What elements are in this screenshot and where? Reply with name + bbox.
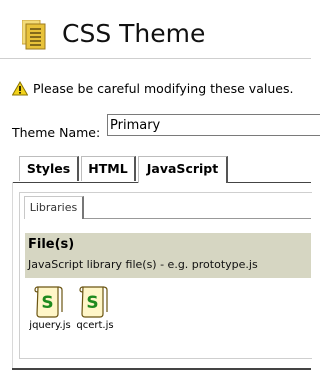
file-item-qcert[interactable]: S qcert.js: [72, 284, 118, 332]
tab-javascript[interactable]: JavaScript: [138, 156, 228, 183]
theme-name-input[interactable]: [107, 114, 320, 136]
subtab-bar: Libraries: [24, 196, 311, 219]
file-name: jquery.js: [29, 320, 71, 331]
svg-text:S: S: [86, 293, 98, 313]
warning-text: Please be careful modifying these values…: [33, 80, 294, 96]
files-title: File(s): [28, 237, 75, 252]
tab-bar: Styles HTML JavaScript: [12, 156, 311, 183]
warning-icon: [12, 80, 28, 95]
script-file-icon: S: [34, 286, 63, 318]
file-item-jquery[interactable]: S jquery.js: [27, 284, 73, 332]
panel-bottom-border: [12, 368, 311, 370]
folder-document-icon: [22, 20, 46, 50]
warning-message: Please be careful modifying these values…: [12, 77, 293, 99]
page-title: CSS Theme: [62, 19, 206, 48]
files-description: JavaScript library file(s) - e.g. protot…: [28, 258, 258, 271]
tab-styles[interactable]: Styles: [19, 156, 79, 181]
theme-name-row: Theme Name:: [12, 114, 320, 144]
tab-html[interactable]: HTML: [81, 156, 136, 181]
script-file-icon: S: [79, 286, 108, 318]
files-section-header: File(s) JavaScript library file(s) - e.g…: [25, 233, 311, 278]
subtab-libraries[interactable]: Libraries: [24, 196, 84, 219]
file-name: qcert.js: [76, 320, 114, 331]
theme-name-label: Theme Name:: [12, 125, 101, 140]
svg-text:S: S: [41, 293, 53, 313]
page-header: CSS Theme: [0, 0, 311, 59]
